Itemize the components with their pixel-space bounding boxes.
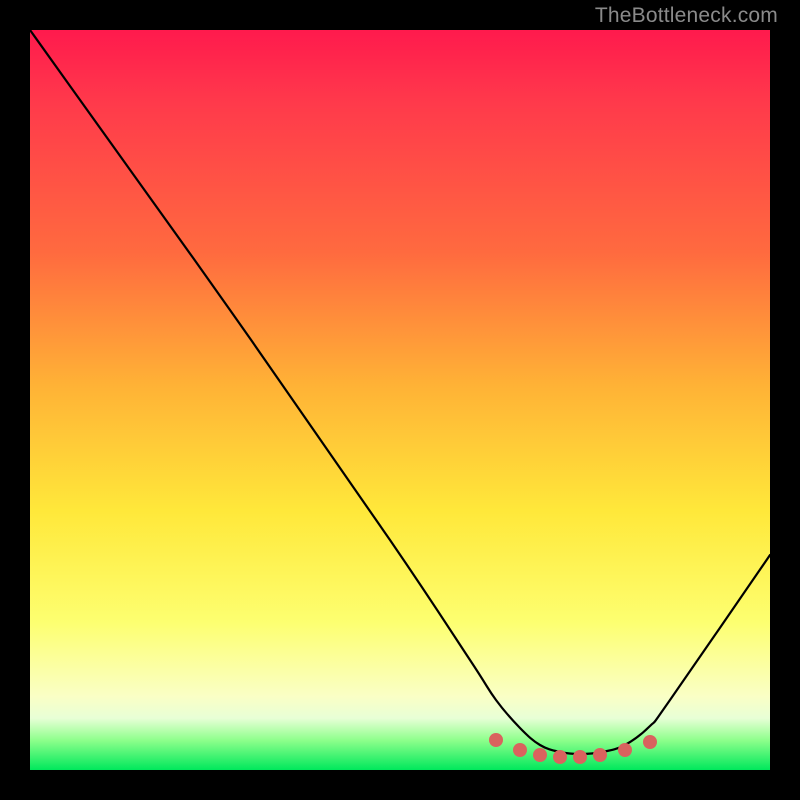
marker-dot bbox=[573, 750, 587, 764]
bottleneck-curve bbox=[30, 30, 770, 754]
marker-dot bbox=[533, 748, 547, 762]
optimal-markers bbox=[489, 733, 657, 764]
marker-dot bbox=[489, 733, 503, 747]
chart-svg bbox=[30, 30, 770, 770]
marker-dot bbox=[643, 735, 657, 749]
chart-frame: TheBottleneck.com bbox=[0, 0, 800, 800]
plot-area bbox=[30, 30, 770, 770]
marker-dot bbox=[618, 743, 632, 757]
watermark-text: TheBottleneck.com bbox=[595, 4, 778, 28]
marker-dot bbox=[593, 748, 607, 762]
marker-dot bbox=[553, 750, 567, 764]
marker-dot bbox=[513, 743, 527, 757]
